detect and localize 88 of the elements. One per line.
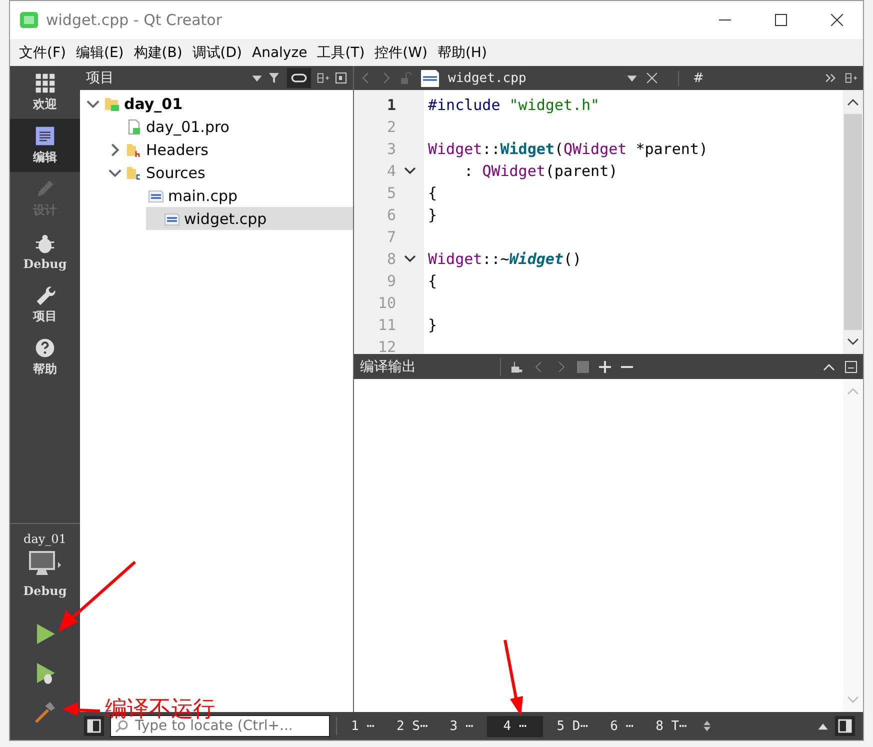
code-line: }	[428, 206, 438, 224]
grid-icon	[34, 72, 56, 94]
project-name: day_01	[24, 532, 66, 546]
panel-title: 项目	[86, 69, 114, 87]
code-line: Widget::~Widget()	[428, 250, 582, 268]
mode-button[interactable]: 欢迎	[10, 66, 80, 119]
code-line: {	[428, 272, 438, 290]
tree-item[interactable]: Headers	[80, 138, 353, 161]
zoom-in-icon[interactable]	[599, 361, 611, 373]
output-tab[interactable]: 4 ⋯	[487, 716, 543, 736]
cpp-file-icon	[148, 188, 164, 204]
output-tab[interactable]: 6 ⋯	[602, 716, 642, 736]
sidebar-toggle-icon[interactable]	[835, 716, 855, 736]
line-number: 2	[386, 118, 396, 136]
project-file-icon	[126, 118, 142, 134]
code-line: #include "widget.h"	[428, 96, 600, 114]
code-line: : QWidget(parent)	[463, 162, 618, 180]
tree-item[interactable]: main.cpp	[80, 184, 353, 207]
symbol-selector[interactable]: #	[678, 70, 704, 86]
clear-icon[interactable]	[511, 361, 523, 373]
code-line: Widget::Widget(QWidget *parent)	[428, 140, 708, 158]
mode-button[interactable]: 编辑	[10, 119, 80, 172]
menu-item[interactable]: 调试(D)	[187, 44, 248, 62]
window-title: widget.cpp - Qt Creator	[46, 11, 222, 29]
close-panel-icon[interactable]	[335, 72, 347, 84]
project-folder-icon	[104, 96, 120, 112]
line-number: 3	[386, 140, 396, 158]
maximize-icon[interactable]	[775, 14, 787, 26]
output-tab[interactable]: 1 ⋯	[343, 716, 382, 736]
tree-item[interactable]: Sources	[80, 161, 353, 184]
split-icon[interactable]	[845, 72, 857, 84]
wrench-icon	[34, 284, 56, 306]
cpp-file-icon	[420, 68, 440, 88]
output-tab[interactable]: 8 T⋯	[648, 716, 695, 736]
menu-item[interactable]: 构建(B)	[128, 44, 188, 62]
mode-button[interactable]: 项目	[10, 278, 80, 331]
line-number: 7	[386, 228, 396, 246]
source-folder-icon	[126, 164, 142, 180]
bug-icon	[34, 232, 56, 254]
line-number: 11	[376, 316, 396, 334]
build-config: Debug	[23, 584, 67, 598]
menu-item[interactable]: 工具(T)	[312, 44, 370, 62]
scroll-up-icon[interactable]	[847, 98, 859, 106]
menu-item[interactable]: 编辑(E)	[70, 44, 129, 62]
close-icon[interactable]	[831, 14, 843, 26]
line-number: 10	[376, 294, 396, 312]
line-number: 9	[386, 272, 396, 290]
output-tab[interactable]: 5 D⋯	[548, 716, 596, 736]
output-tab[interactable]: 3 ⋯	[442, 716, 482, 736]
double-chevron-icon[interactable]	[825, 72, 837, 84]
mode-button[interactable]: Debug	[10, 225, 80, 278]
line-number: 6	[386, 206, 396, 224]
sidebar-toggle-icon[interactable]	[84, 716, 104, 736]
open-file-name[interactable]: widget.cpp	[448, 70, 618, 86]
menu-item[interactable]: Analyze	[247, 44, 312, 60]
line-number: 5	[386, 184, 396, 202]
menu-item[interactable]: 帮助(H)	[432, 44, 492, 62]
scrollbar-thumb[interactable]	[844, 114, 862, 330]
help-icon	[34, 337, 56, 359]
header-folder-icon	[126, 142, 142, 158]
link-icon[interactable]	[287, 68, 311, 88]
line-number: 12	[376, 338, 396, 356]
scroll-down-icon[interactable]	[847, 338, 859, 346]
fold-icon[interactable]	[404, 255, 416, 263]
line-number: 8	[386, 250, 396, 268]
line-number: 1	[386, 96, 396, 114]
maximize-pane-icon[interactable]	[845, 361, 857, 373]
search-icon	[115, 719, 129, 733]
code-line: {	[428, 184, 438, 202]
lock-icon	[400, 72, 412, 84]
cpp-file-icon	[164, 210, 180, 226]
fold-icon[interactable]	[404, 167, 416, 175]
line-number: 4	[386, 162, 396, 180]
split-icon[interactable]	[317, 72, 329, 84]
tree-item[interactable]: day_01.pro	[80, 115, 353, 138]
document-icon	[34, 125, 56, 147]
output-tab[interactable]: 2 S⋯	[388, 716, 436, 736]
mode-button[interactable]: 帮助	[10, 331, 80, 384]
tree-item[interactable]: day_01	[80, 92, 353, 115]
filter-icon[interactable]	[269, 72, 281, 84]
app-logo-icon	[20, 12, 38, 28]
tree-item[interactable]: widget.cpp	[146, 207, 353, 230]
annotation-arrow	[62, 702, 100, 716]
pane-title: 编译输出	[360, 358, 417, 376]
menu-item[interactable]: 控件(W)	[370, 44, 432, 62]
menu-item[interactable]: 文件(F)	[14, 44, 71, 62]
code-line: }	[428, 316, 438, 334]
hammer-icon[interactable]	[33, 700, 57, 724]
